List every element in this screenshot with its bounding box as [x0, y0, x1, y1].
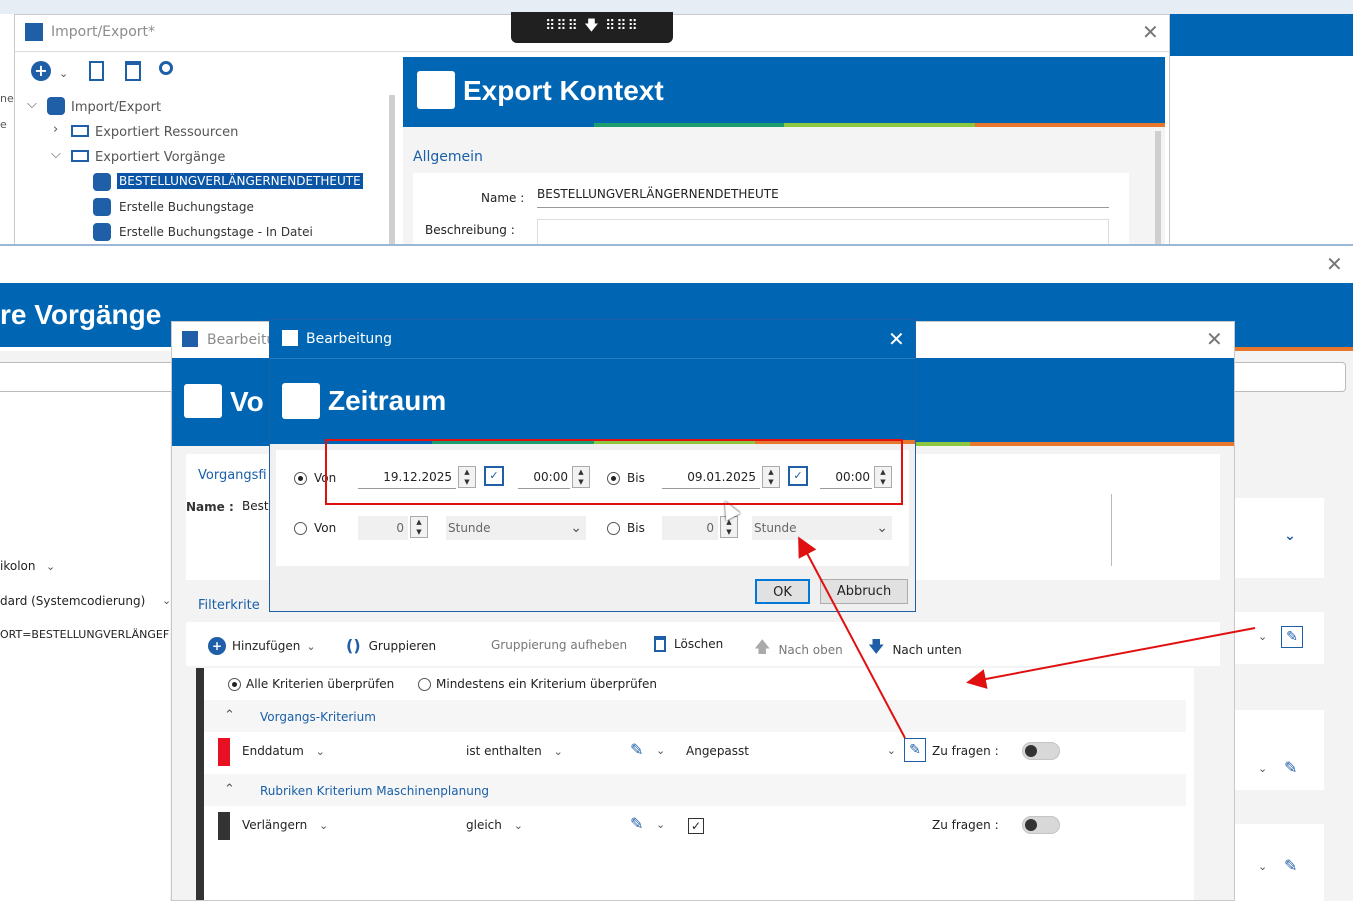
annotation-arrow-2 [798, 536, 906, 739]
annotation-arrows [798, 536, 1256, 739]
annotation-arrow-1 [966, 627, 1256, 689]
